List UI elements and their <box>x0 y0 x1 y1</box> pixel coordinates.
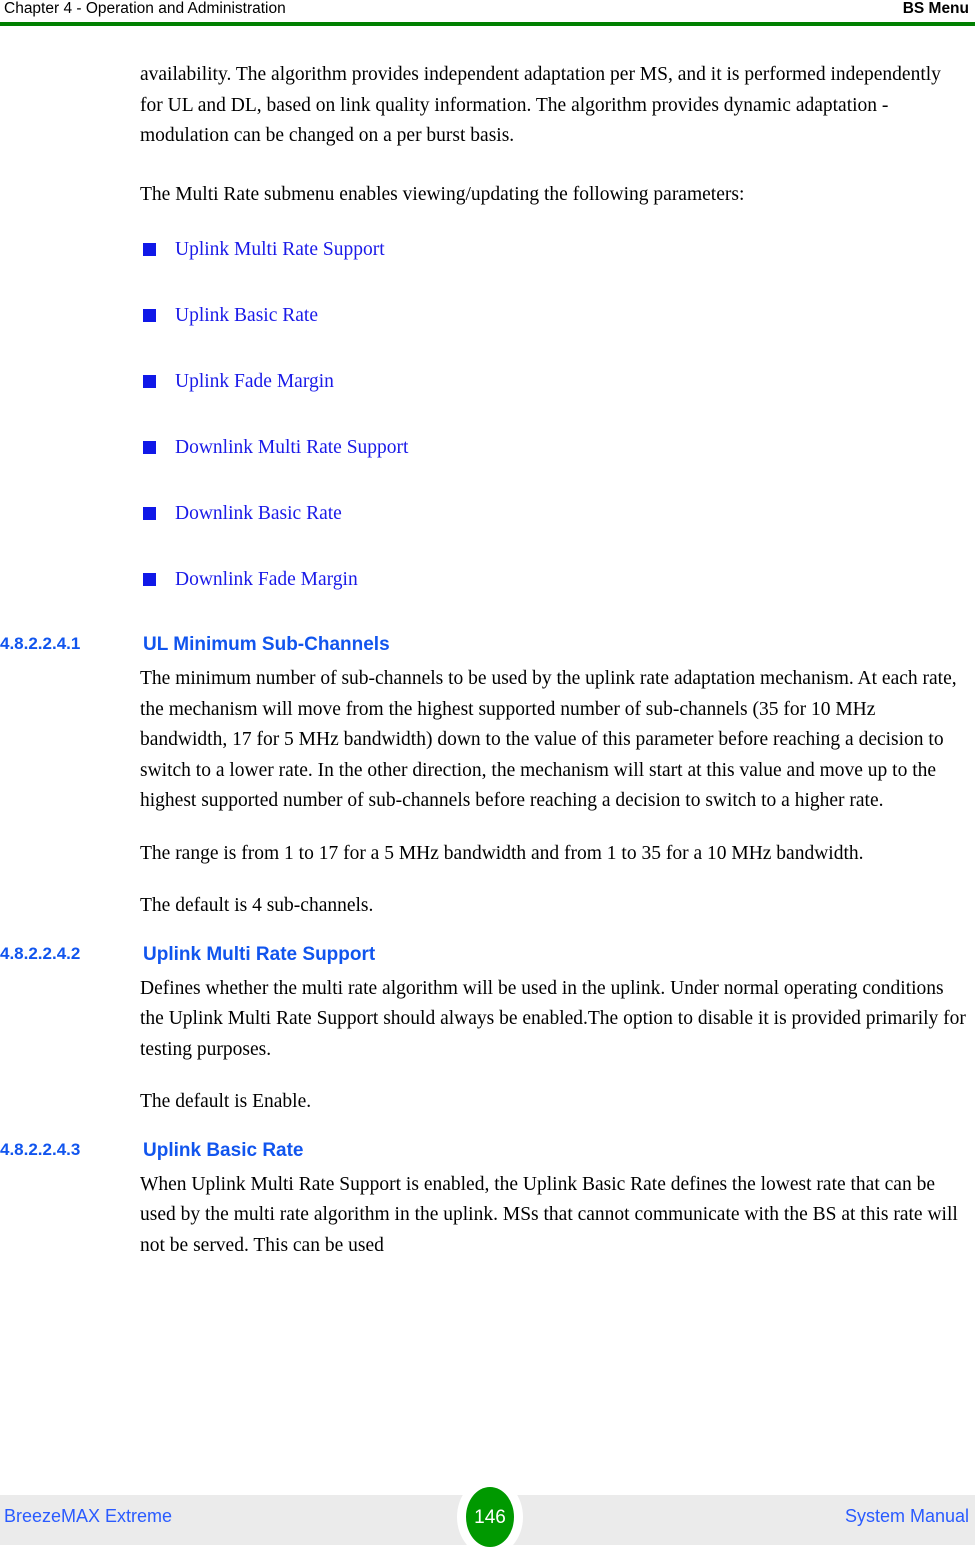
parameter-link-label: Downlink Basic Rate <box>175 503 342 524</box>
footer-document-title: System Manual <box>844 1506 969 1526</box>
section-2-paragraph-block: The default is Enable. <box>140 1087 967 1118</box>
parameter-link-label: Uplink Fade Margin <box>175 371 334 392</box>
intro-paragraph: availability. The algorithm provides ind… <box>140 64 941 146</box>
square-bullet-icon <box>143 309 156 322</box>
square-bullet-icon <box>143 243 156 256</box>
section-2-paragraph-block: Defines whether the multi rate algorithm… <box>140 974 967 1066</box>
header-chapter-title: Chapter 4 - Operation and Administration <box>4 0 286 17</box>
section-1-paragraph-3: The default is 4 sub-channels. <box>140 895 374 916</box>
square-bullet-icon <box>143 573 156 586</box>
section-3-paragraph-1: When Uplink Multi Rate Support is enable… <box>140 1173 958 1256</box>
section-heading-uplink-basic-rate[interactable]: 4.8.2.2.4.3 Uplink Basic Rate <box>0 1140 975 1170</box>
parameter-link-list: Uplink Multi Rate Support Uplink Basic R… <box>0 238 975 592</box>
section-1-paragraph-2: The range is from 1 to 17 for a 5 MHz ba… <box>140 842 864 864</box>
list-item[interactable]: Downlink Basic Rate <box>143 502 975 526</box>
page-number: 146 <box>474 1506 506 1528</box>
section-number: 4.8.2.2.4.2 <box>0 943 81 963</box>
submenu-paragraph-block: The Multi Rate submenu enables viewing/u… <box>140 180 967 211</box>
section-1-paragraph-block: The minimum number of sub-channels to be… <box>140 664 967 817</box>
list-item[interactable]: Uplink Multi Rate Support <box>143 238 975 262</box>
parameter-link-label: Uplink Basic Rate <box>175 305 318 326</box>
parameter-link-label: Downlink Multi Rate Support <box>175 437 409 458</box>
parameter-link-label: Downlink Fade Margin <box>175 569 358 590</box>
list-item[interactable]: Downlink Fade Margin <box>143 568 975 592</box>
list-item[interactable]: Uplink Fade Margin <box>143 370 975 394</box>
section-title: UL Minimum Sub-Channels <box>143 634 390 655</box>
footer-product-name: BreezeMAX Extreme <box>4 1506 173 1526</box>
section-number: 4.8.2.2.4.3 <box>0 1139 81 1159</box>
section-1-paragraph-block: The default is 4 sub-channels. <box>140 891 967 922</box>
section-title: Uplink Multi Rate Support <box>143 943 376 965</box>
section-2-paragraph-2: The default is Enable. <box>140 1091 312 1112</box>
list-item[interactable]: Uplink Basic Rate <box>143 304 975 328</box>
page-content: availability. The algorithm provides ind… <box>0 60 975 1261</box>
header-green-rule <box>0 22 975 26</box>
page-number-badge: 146 <box>466 1487 514 1547</box>
submenu-paragraph: The Multi Rate submenu enables viewing/u… <box>140 183 745 205</box>
square-bullet-icon <box>143 507 156 520</box>
header-section-title: BS Menu <box>902 0 969 17</box>
section-number: 4.8.2.2.4.1 <box>0 634 81 653</box>
section-heading-uplink-multi-rate-support[interactable]: 4.8.2.2.4.2 Uplink Multi Rate Support <box>0 944 975 974</box>
section-1-paragraph-block: The range is from 1 to 17 for a 5 MHz ba… <box>140 839 967 870</box>
section-heading-ul-minimum-sub-channels[interactable]: 4.8.2.2.4.1 UL Minimum Sub-Channels <box>0 634 975 664</box>
intro-paragraph-block: availability. The algorithm provides ind… <box>140 60 967 152</box>
square-bullet-icon <box>143 375 156 388</box>
parameter-link-label: Uplink Multi Rate Support <box>175 239 385 260</box>
list-item[interactable]: Downlink Multi Rate Support <box>143 436 975 460</box>
square-bullet-icon <box>143 441 156 454</box>
section-2-paragraph-1: Defines whether the multi rate algorithm… <box>140 977 966 1060</box>
section-title: Uplink Basic Rate <box>143 1139 304 1161</box>
section-1-paragraph-1: The minimum number of sub-channels to be… <box>140 668 957 811</box>
section-3-paragraph-block: When Uplink Multi Rate Support is enable… <box>140 1170 967 1262</box>
